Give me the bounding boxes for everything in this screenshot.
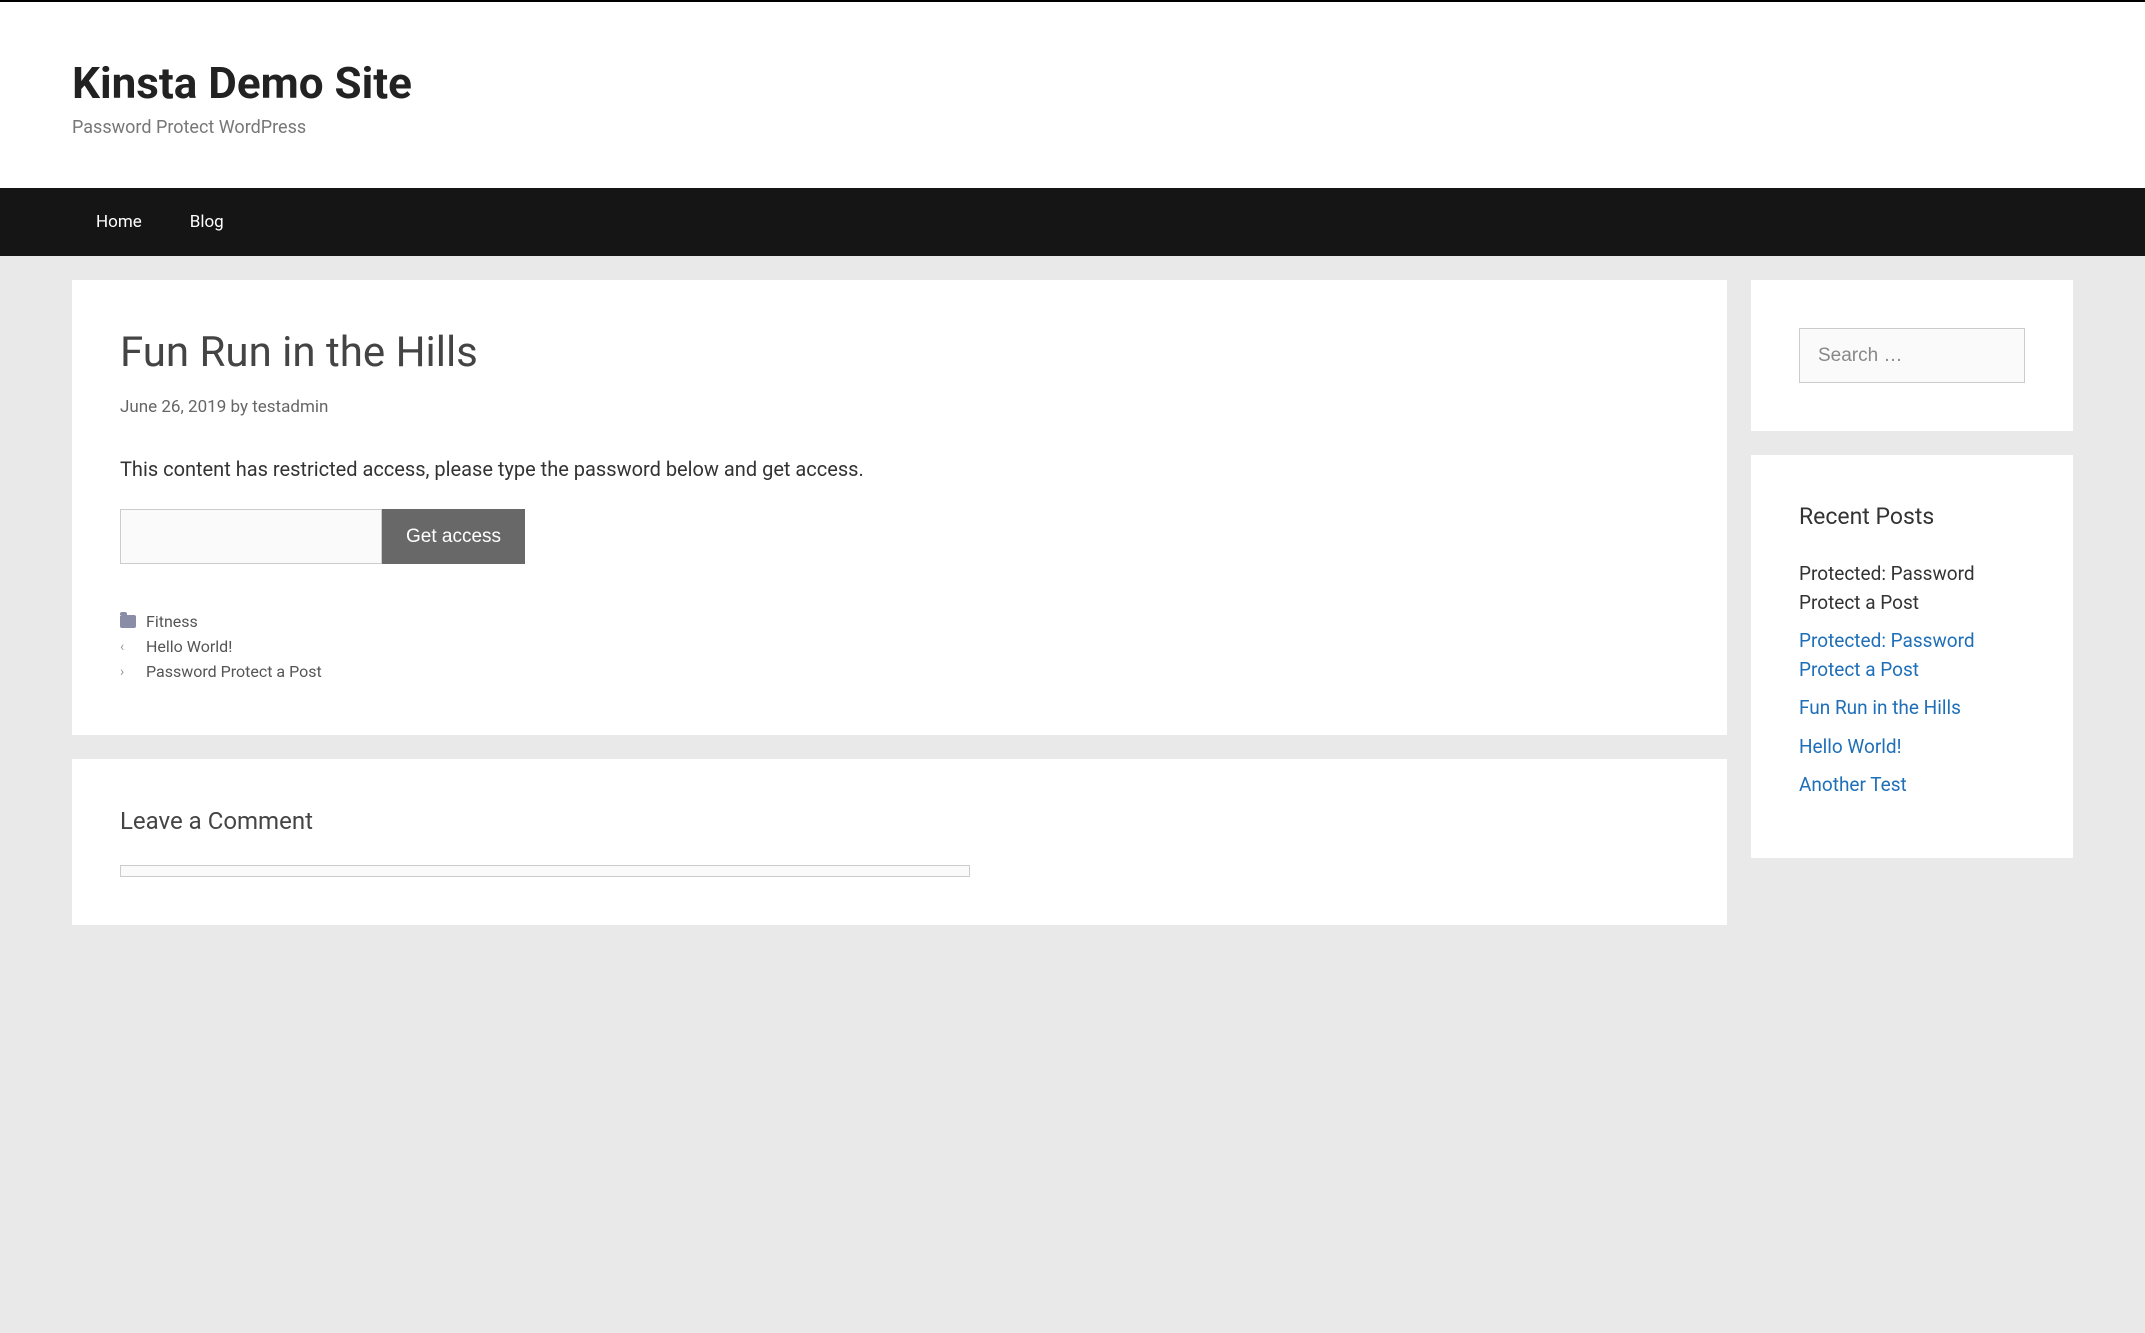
search-widget [1751,280,2073,431]
folder-icon [120,615,136,628]
site-tagline: Password Protect WordPress [72,117,2073,138]
post-author-link[interactable]: testadmin [252,397,328,417]
post-by-text: by [230,397,248,417]
restricted-message: This content has restricted access, plea… [120,457,1679,481]
nav-item-home[interactable]: Home [72,188,166,256]
comment-textarea[interactable] [120,865,970,877]
category-link[interactable]: Fitness [146,612,198,631]
site-header: Kinsta Demo Site Password Protect WordPr… [0,0,2145,188]
recent-post-link[interactable]: Protected: Password Protect a Post [1799,629,1975,681]
recent-posts-widget: Recent Posts Protected: Password Protect… [1751,455,2073,858]
post-meta: June 26, 2019 by testadmin [120,397,1679,417]
recent-post-link[interactable]: Another Test [1799,773,1907,796]
post-date: June 26, 2019 [120,397,226,417]
password-input[interactable] [120,509,382,564]
post-article: Fun Run in the Hills June 26, 2019 by te… [72,280,1727,735]
get-access-button[interactable]: Get access [382,509,525,564]
recent-posts-title: Recent Posts [1799,503,2025,530]
site-title[interactable]: Kinsta Demo Site [72,57,2073,109]
recent-post-link[interactable]: Hello World! [1799,735,1902,758]
recent-post-link[interactable]: Protected: Password Protect a Post [1799,562,1975,614]
password-form: Get access [120,509,1679,564]
nav-item-blog[interactable]: Blog [166,188,248,256]
primary-nav: Home Blog [0,188,2145,256]
chevron-left-icon: ‹ [120,639,136,655]
comment-section: Leave a Comment [72,759,1727,925]
post-title: Fun Run in the Hills [120,328,1679,377]
sidebar: Recent Posts Protected: Password Protect… [1751,280,2073,925]
prev-post-link[interactable]: Hello World! [146,637,232,656]
recent-post-link[interactable]: Fun Run in the Hills [1799,696,1961,719]
search-input[interactable] [1799,328,2025,383]
comment-title: Leave a Comment [120,807,1679,835]
next-post-link[interactable]: Password Protect a Post [146,662,322,681]
chevron-right-icon: › [120,664,136,680]
